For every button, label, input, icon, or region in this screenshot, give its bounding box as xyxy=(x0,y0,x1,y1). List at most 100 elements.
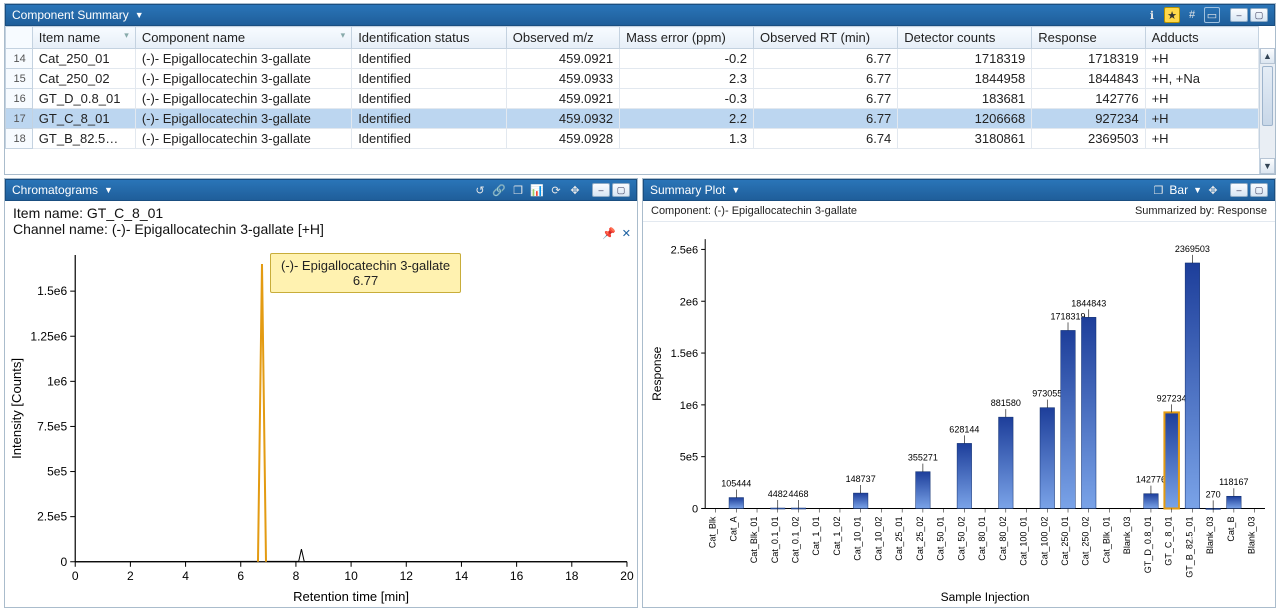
svg-text:628144: 628144 xyxy=(949,424,979,434)
column-header[interactable]: Identification status xyxy=(352,27,507,49)
svg-text:148737: 148737 xyxy=(846,474,876,484)
component-summary-title: Component Summary xyxy=(12,8,129,22)
svg-text:Cat_1_02: Cat_1_02 xyxy=(832,517,842,556)
svg-text:18: 18 xyxy=(565,569,579,583)
column-header[interactable]: Response xyxy=(1032,27,1145,49)
scroll-thumb[interactable] xyxy=(1262,66,1273,126)
svg-text:10: 10 xyxy=(344,569,358,583)
svg-text:Cat_80_02: Cat_80_02 xyxy=(998,517,1008,561)
component-grid[interactable]: Item name▾Component name▾Identification … xyxy=(5,26,1275,174)
column-header[interactable]: Adducts xyxy=(1145,27,1258,49)
copy-icon[interactable]: ❐ xyxy=(510,182,526,198)
svg-text:881580: 881580 xyxy=(991,398,1021,408)
chromatogram-header[interactable]: Chromatograms▼ ↺ 🔗 ❐ 📊 ⟳ ✥ – ▢ xyxy=(5,179,637,201)
column-header[interactable]: Component name▾ xyxy=(135,27,351,49)
svg-text:Cat_Blk: Cat_Blk xyxy=(708,516,718,548)
grid-icon[interactable]: # xyxy=(1184,7,1200,23)
svg-text:0: 0 xyxy=(72,569,79,583)
svg-text:8: 8 xyxy=(293,569,300,583)
svg-text:Cat_25_02: Cat_25_02 xyxy=(915,517,925,561)
highlight-icon[interactable]: ★ xyxy=(1164,7,1180,23)
scroll-down-button[interactable]: ▼ xyxy=(1260,158,1275,174)
table-row[interactable]: 17GT_C_8_01(-)- Epigallocatechin 3-galla… xyxy=(6,109,1259,129)
summary-bar-plot[interactable]: 05e51e61.5e62e62.5e6Cat_Blk105444Cat_ACa… xyxy=(643,225,1275,607)
svg-text:4: 4 xyxy=(182,569,189,583)
svg-text:927234: 927234 xyxy=(1157,393,1187,403)
move-icon[interactable]: ✥ xyxy=(567,182,583,198)
svg-text:Blank_03: Blank_03 xyxy=(1122,517,1132,555)
svg-text:14: 14 xyxy=(455,569,469,583)
svg-text:2e6: 2e6 xyxy=(680,296,698,308)
table-row[interactable]: 14Cat_250_01(-)- Epigallocatechin 3-gall… xyxy=(6,49,1259,69)
chrom-channel-name: Channel name: (-)- Epigallocatechin 3-ga… xyxy=(13,221,629,237)
maximize-button[interactable]: ▢ xyxy=(1250,8,1268,22)
column-header[interactable]: Observed RT (min) xyxy=(754,27,898,49)
svg-text:1718319: 1718319 xyxy=(1050,311,1085,321)
pin-icon[interactable]: 📌 xyxy=(602,227,616,240)
component-summary-pane: Component Summary ▼ ℹ ★ # ▭ – ▢ Item name… xyxy=(4,3,1276,175)
scroll-up-button[interactable]: ▲ xyxy=(1260,48,1275,64)
minimize-button[interactable]: – xyxy=(1230,183,1248,197)
svg-text:2.5e6: 2.5e6 xyxy=(671,244,699,256)
svg-text:0: 0 xyxy=(692,503,698,515)
svg-text:Cat_10_02: Cat_10_02 xyxy=(873,517,883,561)
column-header[interactable]: Detector counts xyxy=(898,27,1032,49)
svg-text:12: 12 xyxy=(400,569,414,583)
column-header[interactable]: Mass error (ppm) xyxy=(620,27,754,49)
svg-text:0: 0 xyxy=(61,555,68,569)
column-header[interactable]: Observed m/z xyxy=(506,27,619,49)
info-icon[interactable]: ℹ xyxy=(1144,7,1160,23)
chart-icon[interactable]: 📊 xyxy=(529,182,545,198)
vertical-scrollbar[interactable]: ▲ ▼ xyxy=(1259,48,1275,174)
svg-text:Cat_50_02: Cat_50_02 xyxy=(956,517,966,561)
svg-text:1e6: 1e6 xyxy=(680,400,698,412)
component-summary-header[interactable]: Component Summary ▼ ℹ ★ # ▭ – ▢ xyxy=(5,4,1275,26)
chromatogram-plot[interactable]: 02.5e55e57.5e51e61.25e61.5e6024681012141… xyxy=(5,245,637,607)
window-icon[interactable]: ▭ xyxy=(1204,7,1220,23)
svg-text:5e5: 5e5 xyxy=(680,452,698,464)
svg-text:GT_C_8_01: GT_C_8_01 xyxy=(1164,517,1174,566)
svg-text:Cat_80_01: Cat_80_01 xyxy=(977,517,987,561)
summary-plot-pane: Summary Plot▼ ❐ Bar ▼ ✥ – ▢ Component: (… xyxy=(642,178,1276,608)
svg-text:355271: 355271 xyxy=(908,453,938,463)
dropdown-icon: ▼ xyxy=(135,10,144,20)
peak-annotation: (-)- Epigallocatechin 3-gallate 6.77 xyxy=(270,253,461,293)
history-icon[interactable]: ↺ xyxy=(472,182,488,198)
link-icon[interactable]: 🔗 xyxy=(491,182,507,198)
svg-text:GT_D_0.8_01: GT_D_0.8_01 xyxy=(1143,517,1153,574)
chart-type-label[interactable]: Bar xyxy=(1169,183,1188,197)
maximize-button[interactable]: ▢ xyxy=(1250,183,1268,197)
svg-text:4468: 4468 xyxy=(788,489,808,499)
svg-text:Cat_10_01: Cat_10_01 xyxy=(853,517,863,561)
table-row[interactable]: 15Cat_250_02(-)- Epigallocatechin 3-gall… xyxy=(6,69,1259,89)
svg-text:1.5e6: 1.5e6 xyxy=(37,284,67,298)
svg-text:2: 2 xyxy=(127,569,134,583)
svg-text:4482: 4482 xyxy=(768,489,788,499)
svg-text:1.25e6: 1.25e6 xyxy=(30,329,67,343)
minimize-button[interactable]: – xyxy=(592,183,610,197)
close-icon[interactable]: ✕ xyxy=(622,227,631,240)
summary-by-label: Summarized by: Response xyxy=(1135,205,1267,217)
svg-text:Cat_25_01: Cat_25_01 xyxy=(894,517,904,561)
svg-text:270: 270 xyxy=(1206,489,1221,499)
copy-icon[interactable]: ❐ xyxy=(1150,182,1166,198)
svg-text:GT_B_82.5_01: GT_B_82.5_01 xyxy=(1184,517,1194,578)
dropdown-icon[interactable]: ▼ xyxy=(1193,185,1202,195)
svg-text:Intensity [Counts]: Intensity [Counts] xyxy=(9,358,24,459)
table-row[interactable]: 16GT_D_0.8_01(-)- Epigallocatechin 3-gal… xyxy=(6,89,1259,109)
svg-text:Cat_0.1_01: Cat_0.1_01 xyxy=(770,517,780,564)
svg-text:7.5e5: 7.5e5 xyxy=(37,419,67,433)
dropdown-icon: ▼ xyxy=(731,185,740,195)
svg-text:Cat_250_02: Cat_250_02 xyxy=(1081,517,1091,566)
refresh-icon[interactable]: ⟳ xyxy=(548,182,564,198)
table-row[interactable]: 18GT_B_82.5…(-)- Epigallocatechin 3-gall… xyxy=(6,129,1259,149)
svg-text:Cat_B: Cat_B xyxy=(1226,517,1236,542)
maximize-button[interactable]: ▢ xyxy=(612,183,630,197)
summary-plot-header[interactable]: Summary Plot▼ ❐ Bar ▼ ✥ – ▢ xyxy=(643,179,1275,201)
svg-text:Cat_100_01: Cat_100_01 xyxy=(1019,517,1029,566)
svg-text:1844843: 1844843 xyxy=(1071,298,1106,308)
move-icon[interactable]: ✥ xyxy=(1205,182,1221,198)
svg-text:Cat_Blk_01: Cat_Blk_01 xyxy=(749,517,759,564)
minimize-button[interactable]: – xyxy=(1230,8,1248,22)
column-header[interactable]: Item name▾ xyxy=(32,27,135,49)
